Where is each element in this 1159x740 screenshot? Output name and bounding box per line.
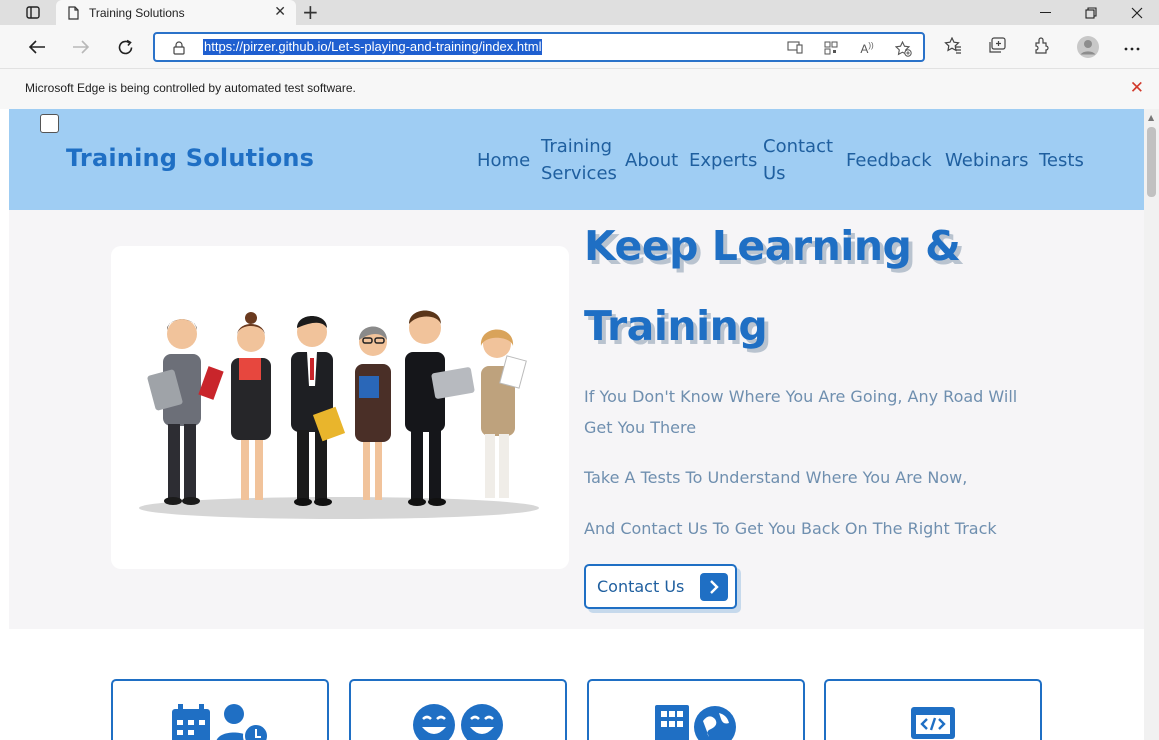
team-illustration	[111, 246, 569, 569]
nav-contact-line1: Contact	[763, 136, 834, 157]
nav-home[interactable]: Home	[477, 147, 530, 174]
refresh-icon[interactable]	[112, 34, 138, 60]
laughing-faces-icon	[351, 703, 565, 740]
feature-card-schedule[interactable]	[111, 679, 329, 740]
feature-card-online[interactable]	[824, 679, 1042, 740]
nav-training-line2: Services	[541, 163, 617, 184]
address-bar[interactable]: https://pirzer.github.io/Let-s-playing-a…	[153, 32, 925, 62]
scroll-up-icon[interactable]: ▲	[1148, 113, 1154, 122]
browser-tab[interactable]: Training Solutions ✕	[56, 0, 296, 25]
nav-contact-line2: Us	[763, 163, 786, 184]
calendar-user-clock-icon	[113, 703, 327, 740]
tab-actions-icon[interactable]	[16, 0, 50, 25]
page-icon	[68, 5, 79, 20]
hero-quote: If You Don't Know Where You Are Going, A…	[584, 387, 1018, 437]
nav-about[interactable]: About	[625, 147, 678, 174]
scrollbar-thumb[interactable]	[1147, 127, 1156, 197]
tab-title: Training Solutions	[89, 5, 185, 20]
infobar-message: Microsoft Edge is being controlled by au…	[25, 81, 356, 95]
hero-section: Keep Learning & Training If You Don't Kn…	[9, 210, 1144, 629]
more-options-icon[interactable]	[1122, 37, 1142, 57]
hero-title-line2: Training	[584, 302, 768, 350]
code-window-icon	[826, 703, 1040, 739]
nav-contact-us[interactable]: Contact Us	[763, 133, 833, 187]
add-favorite-icon[interactable]	[894, 40, 912, 57]
back-icon[interactable]	[24, 34, 50, 60]
nav-webinars[interactable]: Webinars	[945, 147, 1028, 174]
tab-close-icon[interactable]: ✕	[274, 4, 286, 20]
site-header: Training Solutions Home Training Service…	[9, 109, 1144, 210]
web-page: Training Solutions Home Training Service…	[9, 109, 1144, 740]
extensions-icon[interactable]	[1031, 37, 1051, 57]
app-available-icon[interactable]	[786, 41, 804, 57]
new-tab-icon[interactable]: +	[302, 1, 319, 23]
close-infobar-icon[interactable]: ✕	[1130, 78, 1144, 98]
lock-icon[interactable]	[173, 40, 185, 59]
browser-tabstrip: Training Solutions ✕ +	[0, 0, 1159, 25]
read-aloud-icon[interactable]: A))	[858, 41, 876, 57]
collections-icon[interactable]	[987, 37, 1007, 57]
restore-icon[interactable]	[1074, 0, 1108, 25]
automation-infobar: Microsoft Edge is being controlled by au…	[0, 68, 1159, 109]
nav-feedback[interactable]: Feedback	[846, 147, 932, 174]
profile-avatar-icon[interactable]	[1076, 35, 1100, 59]
url-text[interactable]: https://pirzer.github.io/Let-s-playing-a…	[203, 39, 543, 55]
hero-tests-text: Take A Tests To Understand Where You Are…	[584, 468, 968, 487]
contact-us-label: Contact Us	[597, 577, 685, 596]
forward-icon[interactable]	[68, 34, 94, 60]
hero-title-line1: Keep Learning &	[584, 222, 961, 270]
contact-us-button[interactable]: Contact Us	[584, 564, 737, 609]
minimize-icon[interactable]	[1029, 0, 1063, 25]
browser-toolbar: https://pirzer.github.io/Let-s-playing-a…	[0, 25, 1159, 68]
favorites-icon[interactable]	[943, 36, 963, 57]
nav-tests[interactable]: Tests	[1039, 147, 1084, 174]
nav-training-line1: Training	[541, 136, 613, 157]
hero-contact-text: And Contact Us To Get You Back On The Ri…	[584, 519, 997, 538]
nav-experts[interactable]: Experts	[689, 147, 757, 174]
feature-card-global[interactable]	[587, 679, 805, 740]
building-globe-icon	[589, 703, 803, 740]
feature-card-feedback[interactable]	[349, 679, 567, 740]
chevron-right-icon	[700, 573, 728, 601]
nav-training-services[interactable]: Training Services	[541, 133, 617, 187]
close-window-icon[interactable]	[1120, 0, 1154, 25]
site-logo[interactable]: Training Solutions	[66, 144, 314, 172]
qr-code-icon[interactable]	[822, 41, 840, 57]
menu-toggle-checkbox[interactable]	[40, 114, 59, 133]
page-scrollbar[interactable]: ▲	[1144, 109, 1159, 740]
